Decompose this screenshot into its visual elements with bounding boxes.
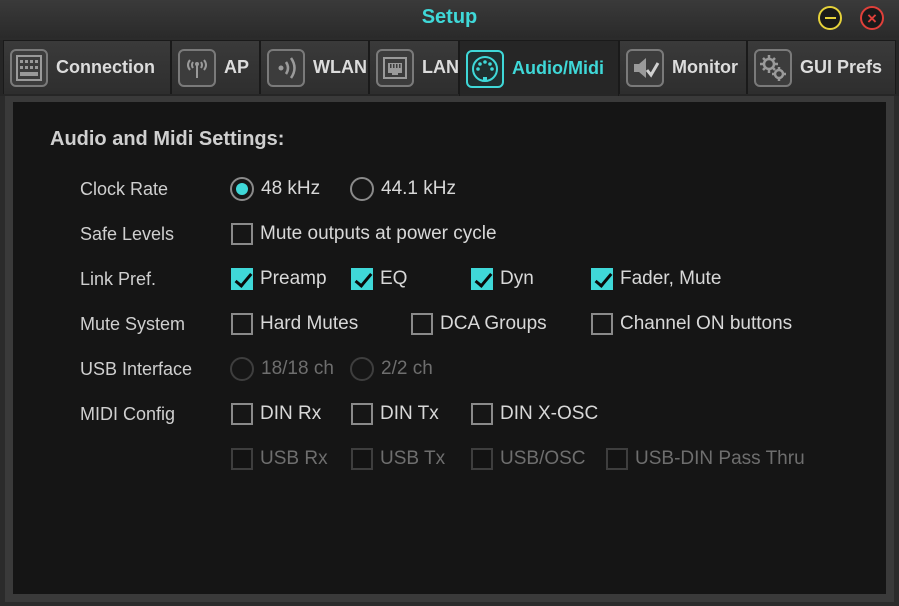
tab-connection-label: Connection [56, 57, 155, 77]
radio-selected[interactable] [230, 177, 254, 201]
ethernet-port-icon [376, 48, 414, 87]
option-label: Channel ON buttons [620, 313, 793, 334]
option-label: Preamp [260, 268, 327, 289]
option-label: DIN Tx [380, 403, 439, 424]
usb-tx-checkbox: USB Tx [351, 446, 445, 472]
antenna-icon [178, 48, 216, 87]
checkbox-disabled [606, 448, 628, 470]
midi-config-label: MIDI Config [80, 404, 176, 424]
checkbox[interactable] [411, 313, 433, 335]
checkbox[interactable] [231, 313, 253, 335]
checkbox[interactable] [231, 223, 253, 245]
option-label: 44.1 kHz [381, 178, 456, 199]
hard-mutes-checkbox[interactable]: Hard Mutes [231, 311, 358, 337]
option-label: EQ [380, 268, 408, 289]
clock-rate-48khz-radio[interactable]: 48 kHz [230, 176, 320, 202]
safe-levels-label: Safe Levels [80, 224, 175, 244]
option-label: USB/OSC [500, 448, 586, 469]
option-label: DIN Rx [260, 403, 322, 424]
title-bar: Setup × [0, 0, 899, 38]
dca-groups-checkbox[interactable]: DCA Groups [411, 311, 547, 337]
checkbox[interactable] [471, 403, 493, 425]
din-rx-checkbox[interactable]: DIN Rx [231, 401, 321, 427]
tab-monitor[interactable]: Monitor [619, 40, 747, 94]
tab-wlan-label: WLAN [313, 57, 367, 77]
tab-wlan[interactable]: WLAN [260, 40, 369, 94]
usb-interface-label: USB Interface [80, 359, 193, 379]
option-label: 18/18 ch [261, 358, 334, 379]
checkbox-checked[interactable] [231, 268, 253, 290]
din-tx-checkbox[interactable]: DIN Tx [351, 401, 439, 427]
option-label: 48 kHz [261, 178, 321, 199]
mute-outputs-checkbox[interactable]: Mute outputs at power cycle [231, 221, 497, 247]
option-label: Dyn [500, 268, 534, 289]
close-button[interactable]: × [860, 6, 884, 30]
usb-2-2-radio: 2/2 ch [350, 356, 433, 382]
checkbox[interactable] [231, 403, 253, 425]
option-label: Mute outputs at power cycle [260, 223, 497, 244]
tab-gui-prefs-label: GUI Prefs [800, 57, 883, 77]
link-eq-checkbox[interactable]: EQ [351, 266, 407, 292]
checkbox-checked[interactable] [471, 268, 493, 290]
din-x-osc-checkbox[interactable]: DIN X-OSC [471, 401, 598, 427]
usb-osc-checkbox: USB/OSC [471, 446, 586, 472]
radio-unselected[interactable] [350, 177, 374, 201]
checkbox-disabled [231, 448, 253, 470]
tab-audio-midi[interactable]: Audio/Midi [459, 40, 619, 96]
checkbox-checked[interactable] [351, 268, 373, 290]
option-label: 2/2 ch [381, 358, 433, 379]
option-label: USB Tx [380, 448, 446, 469]
option-label: DIN X-OSC [500, 403, 599, 424]
checkbox[interactable] [351, 403, 373, 425]
tab-lan[interactable]: LAN [369, 40, 459, 94]
close-icon: × [867, 8, 877, 28]
tab-lan-label: LAN [422, 57, 459, 77]
tab-monitor-label: Monitor [672, 57, 738, 77]
usb-18-18-radio: 18/18 ch [230, 356, 334, 382]
option-label: Fader, Mute [620, 268, 722, 289]
radio-disabled [230, 357, 254, 381]
window-title: Setup [421, 6, 478, 28]
checkbox[interactable] [591, 313, 613, 335]
tab-ap-label: AP [224, 57, 250, 77]
speaker-check-icon [626, 48, 664, 87]
tab-connection[interactable]: Connection [3, 40, 171, 94]
tab-bar: Connection AP WLAN LAN Audio/Midi Monito… [0, 40, 899, 96]
section-heading: Audio and Midi Settings: [50, 128, 285, 150]
radio-disabled [350, 357, 374, 381]
option-label: Hard Mutes [260, 313, 359, 334]
link-preamp-checkbox[interactable]: Preamp [231, 266, 327, 292]
link-fader-mute-checkbox[interactable]: Fader, Mute [591, 266, 721, 292]
tab-gui-prefs[interactable]: GUI Prefs [747, 40, 896, 94]
tab-audio-midi-label: Audio/Midi [512, 58, 604, 78]
checkbox-disabled [471, 448, 493, 470]
minimize-button[interactable] [818, 6, 842, 30]
option-label: USB-DIN Pass Thru [635, 448, 805, 469]
option-label: USB Rx [260, 448, 328, 469]
option-label: DCA Groups [440, 313, 547, 334]
checkbox-checked[interactable] [591, 268, 613, 290]
link-dyn-checkbox[interactable]: Dyn [471, 266, 534, 292]
wifi-signal-icon [267, 48, 305, 87]
gears-icon [754, 48, 792, 87]
mute-system-label: Mute System [80, 314, 186, 334]
settings-panel [5, 96, 894, 602]
clock-rate-label: Clock Rate [80, 179, 169, 199]
usb-rx-checkbox: USB Rx [231, 446, 328, 472]
tab-ap[interactable]: AP [171, 40, 260, 94]
link-pref-label: Link Pref. [80, 269, 157, 289]
clock-rate-44-1khz-radio[interactable]: 44.1 kHz [350, 176, 456, 202]
usb-din-pass-thru-checkbox: USB-DIN Pass Thru [606, 446, 805, 472]
checkbox-disabled [351, 448, 373, 470]
midi-connector-icon [466, 49, 504, 88]
channel-on-buttons-checkbox[interactable]: Channel ON buttons [591, 311, 792, 337]
mixer-console-icon [10, 48, 48, 87]
